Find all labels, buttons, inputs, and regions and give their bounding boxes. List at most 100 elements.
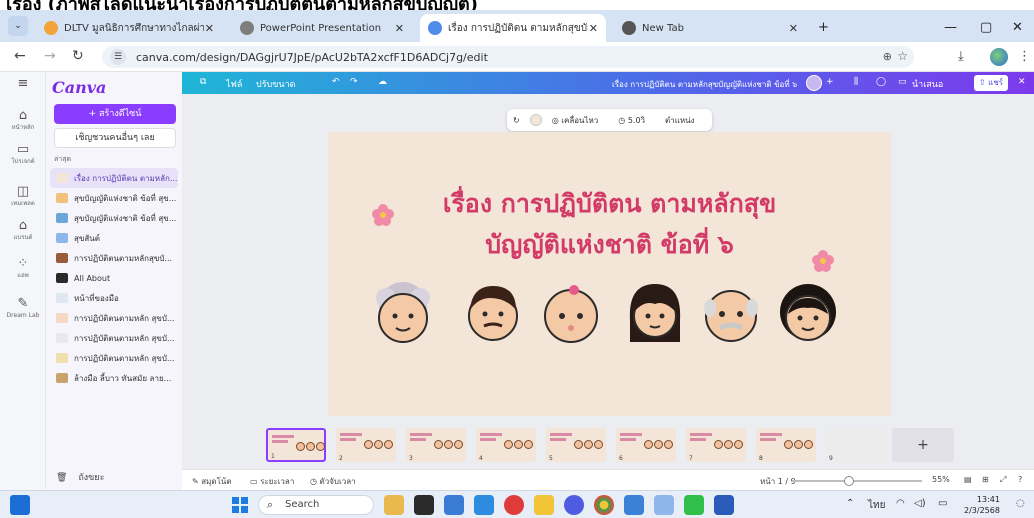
line-icon[interactable]	[684, 495, 704, 515]
add-page-button[interactable]: +	[892, 428, 954, 462]
analytics-icon[interactable]: ⫼	[854, 77, 858, 87]
taskbar-search[interactable]: ⌕ Search	[258, 495, 374, 515]
recent-design-item[interactable]: สุขสันต์	[50, 228, 178, 248]
document-title[interactable]: เรื่อง การปฏิบัติตน ตามหลักสุขบัญญัติแห่…	[612, 78, 797, 91]
help-icon[interactable]: ?	[1018, 475, 1022, 484]
mother-face[interactable]	[624, 276, 686, 348]
forward-icon[interactable]: →	[44, 48, 56, 64]
grid-view-icon[interactable]: ▤	[964, 475, 972, 484]
rail-dream-lab[interactable]: ✎ Dream Lab	[0, 296, 46, 320]
baby-face[interactable]	[540, 280, 602, 346]
resize-menu[interactable]: ปรับขนาด	[256, 77, 295, 91]
battery-icon[interactable]: ▭	[938, 498, 947, 509]
recent-design-item[interactable]: All About	[50, 268, 178, 288]
recent-design-item[interactable]: เรื่อง การปฏิบัติตน ตามหลัก...	[50, 168, 178, 188]
fullscreen-icon[interactable]: ⤢	[1000, 475, 1006, 485]
redo-icon[interactable]: ↷	[350, 77, 358, 87]
trash-link[interactable]: 🗑 ถังขยะ	[56, 470, 104, 484]
close-icon[interactable]: ✕	[205, 22, 214, 35]
recent-design-item[interactable]: การปฏิบัติตนตามหลักสุขบั...	[50, 248, 178, 268]
discord-icon[interactable]	[564, 495, 584, 515]
rotate-icon[interactable]: ↻	[513, 116, 520, 125]
recent-design-item[interactable]: การปฏิบัติตนตามหลัก สุขบั...	[50, 308, 178, 328]
slide-title-line1[interactable]: เรื่อง การปฏิบัติตน ตามหลักสุข	[328, 184, 891, 224]
page-thumbnail[interactable]: 7	[686, 428, 746, 462]
flower-decoration[interactable]	[372, 204, 394, 226]
slide-title-line2[interactable]: บัญญัติแห่งชาติ ข้อที่ ๖	[328, 225, 891, 265]
flower-decoration[interactable]	[812, 250, 834, 272]
chrome-icon[interactable]	[594, 495, 614, 515]
reload-icon[interactable]: ↻	[72, 48, 84, 64]
url-field[interactable]: ☰ canva.com/design/DAGgjrU7JpE/pAcU2bTA2…	[102, 46, 914, 68]
recent-design-item[interactable]: สุขบัญญัติแห่งชาติ ข้อที่ สุข...	[50, 188, 178, 208]
add-collaborator-icon[interactable]: +	[826, 77, 834, 87]
page-thumbnail[interactable]: 4	[476, 428, 536, 462]
invite-button[interactable]: เชิญชวนคนอื่นๆ เลย	[54, 128, 176, 148]
page-thumbnail[interactable]: 8	[756, 428, 816, 462]
site-info-icon[interactable]: ☰	[110, 49, 126, 65]
slide-canvas[interactable]: เรื่อง การปฏิบัติตน ตามหลักสุข บัญญัติแห…	[328, 132, 891, 416]
share-button[interactable]: ⇧ แชร์	[974, 75, 1008, 91]
start-button[interactable]	[232, 497, 248, 513]
tab-canva-active[interactable]: เรื่อง การปฏิบัติตน ตามหลักสุขบัญญัติ ✕	[420, 14, 606, 42]
tray-chevron-icon[interactable]: ⌃	[846, 498, 854, 509]
zoom-value[interactable]: 55%	[932, 475, 950, 484]
duration-button[interactable]: ▭ ระยะเวลา	[250, 475, 294, 488]
rail-menu-icon[interactable]: ≡	[0, 76, 46, 92]
edge-icon[interactable]	[474, 495, 494, 515]
close-icon[interactable]: ✕	[395, 22, 404, 35]
restore-icon[interactable]: ▢	[980, 20, 992, 35]
rail-apps[interactable]: ⁘ แอพ	[0, 256, 46, 280]
collaborator-avatar[interactable]	[806, 75, 822, 91]
position-button[interactable]: ตำแหน่ง	[665, 114, 695, 127]
page-thumbnail[interactable]: 6	[616, 428, 676, 462]
zoom-icon[interactable]: ⊕	[883, 50, 892, 63]
tab-new-tab[interactable]: New Tab ✕	[614, 14, 806, 42]
profile-avatar[interactable]	[990, 48, 1008, 66]
recent-design-item[interactable]: สุขบัญญัติแห่งชาติ ข้อที่ สุข...	[50, 208, 178, 228]
widgets-icon[interactable]	[10, 495, 30, 515]
taskview-icon[interactable]	[414, 495, 434, 515]
close-icon[interactable]: ✕	[589, 22, 598, 35]
create-design-button[interactable]: + สร้างดีไซน์	[54, 104, 176, 124]
home-icon[interactable]: ⧉	[200, 77, 206, 87]
word-icon[interactable]	[714, 495, 734, 515]
paint-icon[interactable]	[654, 495, 674, 515]
minimize-icon[interactable]: —	[944, 20, 957, 35]
recent-design-item[interactable]: การปฏิบัติตนตามหลัก สุขบั...	[50, 328, 178, 348]
page-thumbnail[interactable]: 3	[406, 428, 466, 462]
rail-brand[interactable]: ⌂ แบรนด์	[0, 218, 46, 242]
notification-icon[interactable]: ◌	[1016, 498, 1025, 509]
file-explorer-icon[interactable]	[384, 495, 404, 515]
recent-design-item[interactable]: การปฏิบัติตนตามหลัก สุขบั...	[50, 348, 178, 368]
opera-icon[interactable]	[504, 495, 524, 515]
new-tab-plus-icon[interactable]: +	[818, 20, 829, 35]
page-thumbnail[interactable]: 5	[546, 428, 606, 462]
download-icon[interactable]: ⤓	[958, 49, 964, 64]
grandmother-face[interactable]	[372, 280, 434, 346]
animate-button[interactable]: ◎ เคลื่อนไหว	[552, 114, 609, 127]
rail-home[interactable]: ⌂ หน้าหลัก	[0, 108, 46, 132]
back-icon[interactable]: ←	[14, 48, 26, 64]
volume-icon[interactable]: ◁)	[914, 498, 926, 509]
rail-projects[interactable]: ▭ โปรเจกต์	[0, 142, 46, 166]
menu-icon[interactable]: ⋮	[1018, 49, 1031, 64]
zoom-slider[interactable]	[792, 480, 922, 482]
present-button[interactable]: นำเสนอ	[912, 77, 943, 91]
teams-icon[interactable]	[444, 495, 464, 515]
star-icon[interactable]: ☆	[897, 49, 908, 63]
tab-powerpoint[interactable]: PowerPoint Presentation ✕	[232, 14, 412, 42]
file-menu[interactable]: ไฟล์	[226, 77, 242, 91]
girl-face[interactable]	[776, 276, 840, 346]
page-indicator[interactable]: หน้า 1 / 9	[760, 475, 796, 488]
pages-view-icon[interactable]: ⊞	[982, 475, 989, 484]
canva-logo[interactable]: Canva	[52, 78, 106, 97]
color-swatch[interactable]	[529, 114, 542, 126]
comment-icon[interactable]: ◯	[876, 77, 886, 87]
cloud-sync-icon[interactable]: ☁	[378, 77, 387, 87]
page-thumbnail[interactable]: 9	[826, 428, 886, 462]
tab-dltv[interactable]: DLTV มูลนิธิการศึกษาทางไกลผ่านดาวเทียม ✕	[36, 14, 222, 42]
page-thumbnail[interactable]: 2	[336, 428, 396, 462]
close-icon[interactable]: ✕	[1018, 77, 1026, 87]
rail-templates[interactable]: ◫ เทมเพลต	[0, 184, 46, 208]
